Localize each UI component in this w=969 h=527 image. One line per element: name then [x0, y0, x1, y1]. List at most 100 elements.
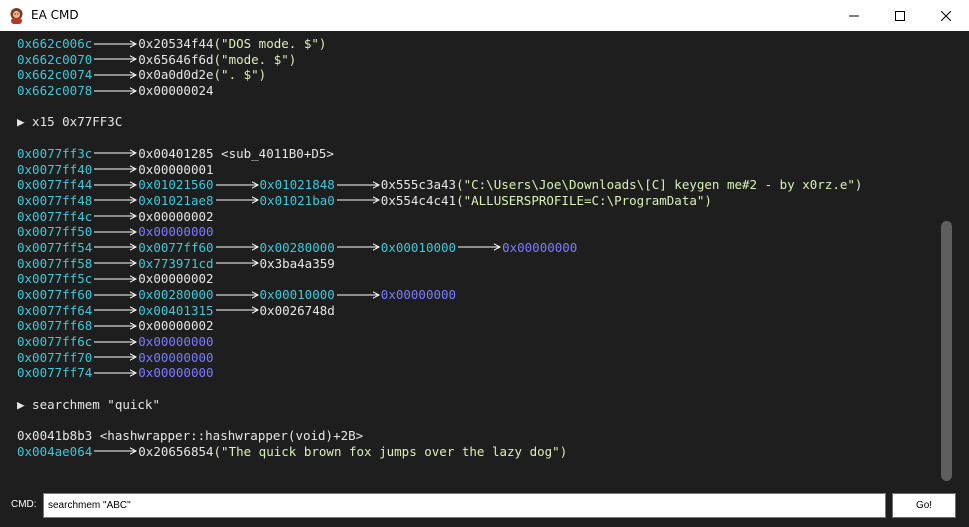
null-value-text: 0x00000000 — [138, 334, 214, 350]
console-line: 0x0077ff64 0x00401315 0x0026748d — [17, 303, 932, 319]
pointer-arrow-icon — [94, 306, 138, 314]
value-text: 0x0a0d0d2e — [138, 67, 214, 83]
value-text: ▶ searchmem "quick" — [17, 396, 160, 412]
address-text: 0x0077ff40 — [17, 161, 93, 177]
title-bar: EA CMD — [0, 0, 969, 31]
string-value-text: ("DOS mode. $") — [213, 36, 327, 51]
pointer-arrow-icon — [94, 165, 138, 173]
console-line: 0x0077ff54 0x0077ff60 0x00280000 0x00010000… — [17, 240, 932, 256]
console-line: 0x0077ff5c 0x00000002 — [17, 271, 932, 287]
command-bar: CMD: searchmem "ABC" Go! — [0, 486, 969, 527]
pointer-arrow-icon — [94, 369, 138, 377]
address-text: 0x0077ff48 — [17, 192, 93, 208]
value-text: 0x00000024 — [138, 83, 214, 99]
scrollbar-thumb[interactable] — [941, 221, 952, 481]
console-line: 0x0077ff50 0x00000000 — [17, 224, 932, 240]
pointer-arrow-icon — [458, 243, 502, 252]
go-button[interactable]: Go! — [892, 493, 956, 518]
console-line: 0x0077ff58 0x773971cd 0x3ba4a359 — [17, 256, 932, 272]
console-line: 0x0077ff70 0x00000000 — [17, 350, 932, 366]
console-line: 0x0077ff6c 0x00000000 — [17, 334, 932, 350]
address-text: 0x0077ff70 — [17, 349, 93, 365]
value-text: 0x554c4c41 — [380, 192, 457, 208]
value-text: 0x00000002 — [138, 318, 214, 334]
address-text: 0x004ae064 — [17, 443, 93, 459]
pointer-arrow-icon — [215, 290, 259, 299]
pointer-arrow-icon — [215, 259, 259, 267]
pointer-arrow-icon — [94, 149, 138, 157]
pointer-arrow-icon — [94, 259, 138, 267]
window-title: EA CMD — [31, 8, 79, 22]
console-line: 0x0077ff40 0x00000001 — [17, 162, 932, 178]
console-lines: 0x662c006c 0x20534f44("DOS mode. $") 0x662… — [17, 36, 932, 460]
portrait-icon — [10, 8, 23, 24]
pointer-arrow-icon — [94, 181, 138, 189]
console-line: 0x0077ff60 0x00280000 0x00010000 0x00000000 — [17, 287, 932, 303]
address-text: 0x662c0078 — [17, 83, 93, 99]
pointer-arrow-icon — [94, 322, 138, 330]
null-value-text: 0x00000000 — [138, 365, 214, 381]
value-text: 0x3ba4a359 — [259, 255, 335, 271]
cmd-label: CMD: — [11, 499, 37, 510]
pointer-arrow-icon — [215, 243, 259, 252]
address-text: 0x0077ff50 — [17, 224, 93, 240]
address-text: 0x0077ff54 — [17, 239, 93, 255]
console-line: 0x0077ff3c 0x00401285 <sub_4011B0+D5> — [17, 146, 932, 162]
console-line: ▶ x15 0x77FF3C — [17, 114, 932, 130]
string-value-text: ("C:\Users\Joe\Downloads\[C] keygen me#2… — [456, 177, 863, 193]
value-text: 0x555c3a43 — [380, 177, 457, 193]
address-text: 0x00401315 — [138, 302, 214, 318]
console-line: 0x662c0074 0x0a0d0d2e(". $") — [17, 67, 932, 83]
pointer-arrow-icon — [94, 39, 138, 48]
address-text: 0x00010000 — [259, 287, 335, 302]
console-line: 0x0041b8b3 <hashwrapper::hashwrapper(voi… — [17, 428, 932, 444]
console-output[interactable]: 0x662c006c 0x20534f44("DOS mode. $") 0x662… — [0, 31, 969, 486]
value-text: 0x0041b8b3 <hashwrapper::hashwrapper(voi… — [17, 428, 364, 444]
address-text: 0x01021848 — [259, 177, 335, 193]
address-text: 0x01021560 — [138, 177, 214, 193]
command-input[interactable]: searchmem "ABC" — [43, 493, 886, 518]
address-text: 0x00280000 — [259, 239, 335, 255]
address-text: 0x662c0070 — [17, 51, 93, 67]
console-line: 0x0077ff74 0x00000000 — [17, 365, 932, 381]
pointer-arrow-icon — [336, 196, 380, 205]
close-button[interactable] — [923, 0, 969, 31]
maximize-button[interactable] — [877, 0, 923, 31]
close-icon — [941, 10, 951, 21]
address-text: 0x0077ff4c — [17, 208, 93, 224]
console-line: 0x0077ff44 0x01021560 0x01021848 0x555c3a43… — [17, 177, 932, 193]
value-text: 0x00000001 — [138, 161, 214, 177]
pointer-arrow-icon — [215, 181, 259, 189]
minimize-button[interactable] — [831, 0, 877, 31]
address-text: 0x0077ff58 — [17, 255, 93, 271]
address-text: 0x0077ff60 — [17, 287, 93, 302]
address-text: 0x0077ff3c — [17, 145, 93, 161]
string-value-text: (". $") — [213, 67, 267, 83]
pointer-arrow-icon — [336, 181, 380, 189]
console-line: 0x662c0078 0x00000024 — [17, 83, 932, 99]
null-value-text: 0x00000000 — [502, 239, 578, 255]
console-line: 0x004ae064 0x20656854("The quick brown fo… — [17, 444, 932, 460]
address-text: 0x0077ff68 — [17, 318, 93, 334]
pointer-arrow-icon — [94, 353, 138, 361]
pointer-arrow-icon — [94, 55, 138, 63]
address-text: 0x0077ff60 — [138, 239, 214, 255]
console-line: 0x662c006c 0x20534f44("DOS mode. $") — [17, 36, 932, 52]
null-value-text: 0x00000000 — [380, 287, 457, 302]
address-text: 0x662c0074 — [17, 67, 93, 83]
maximize-icon — [895, 10, 905, 21]
string-value-text: ("ALLUSERSPROFILE=C:\ProgramData") — [456, 192, 712, 208]
pointer-arrow-icon — [94, 243, 138, 252]
value-text: 0x00000002 — [138, 271, 214, 287]
value-text: 0x20534f44 — [138, 36, 214, 51]
pointer-arrow-icon — [94, 337, 138, 346]
pointer-arrow-icon — [94, 275, 138, 283]
pointer-arrow-icon — [94, 212, 138, 220]
pointer-arrow-icon — [94, 71, 138, 79]
value-text: 0x0026748d — [259, 302, 335, 318]
value-text: ▶ x15 0x77FF3C — [17, 114, 123, 130]
